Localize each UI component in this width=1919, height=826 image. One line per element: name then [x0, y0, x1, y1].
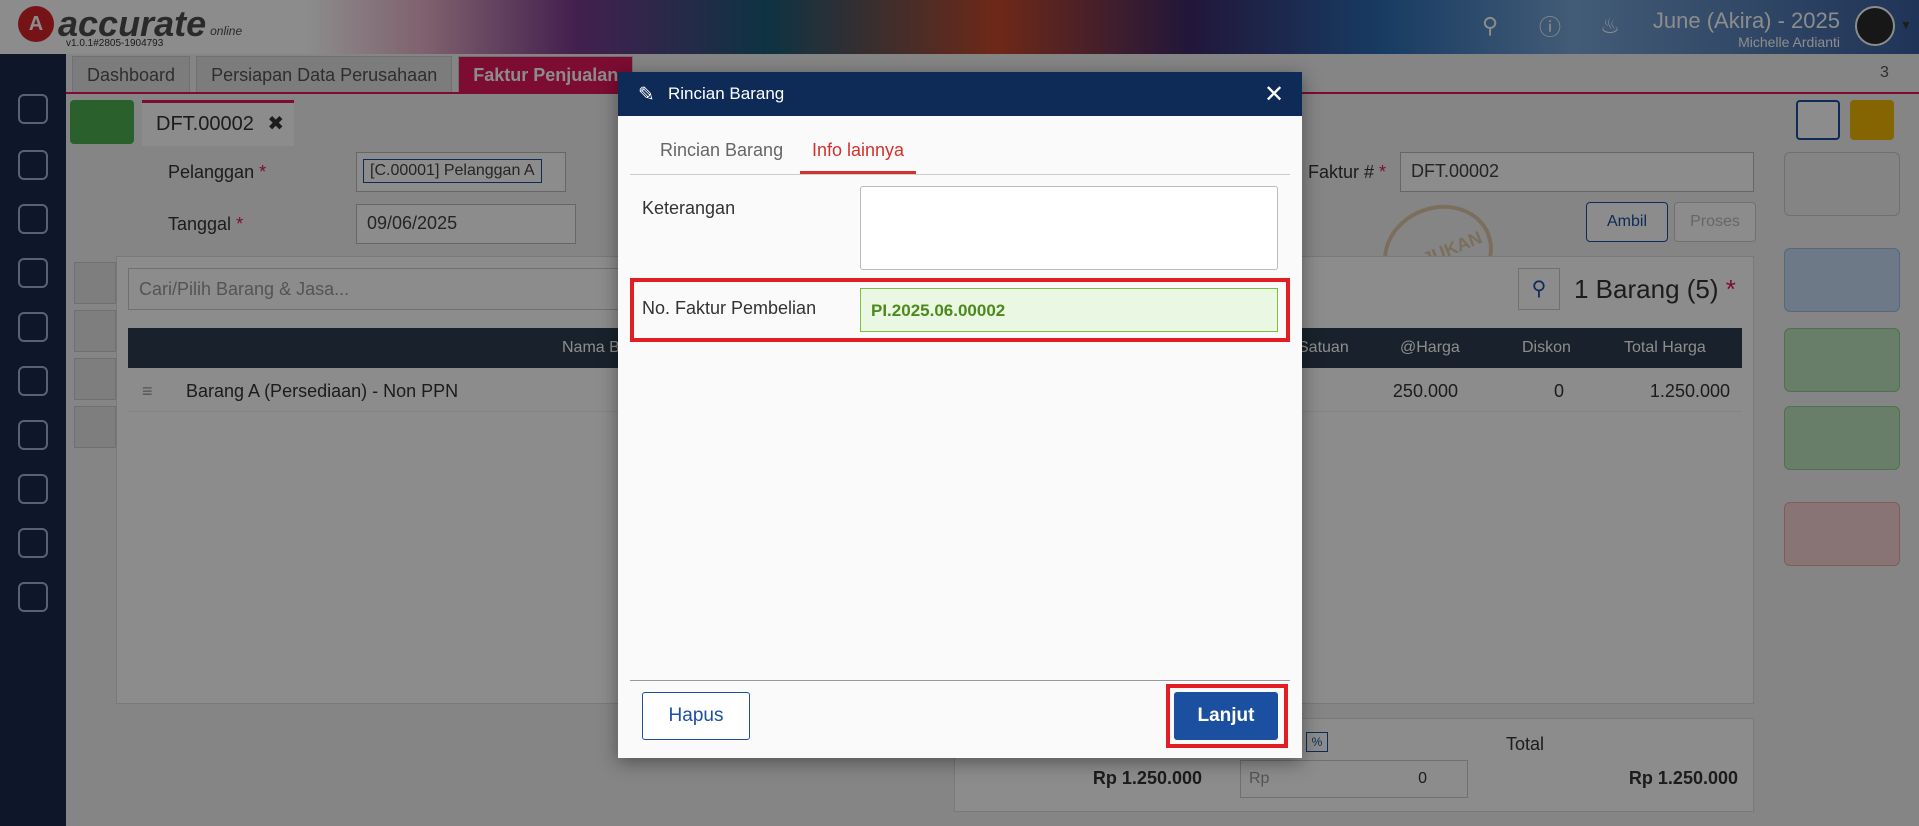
- pencil-icon: ✎: [638, 84, 655, 106]
- tab-info-lainnya[interactable]: Info lainnya: [800, 140, 917, 174]
- tab-rincian-barang[interactable]: Rincian Barang: [648, 140, 795, 174]
- lanjut-button[interactable]: Lanjut: [1174, 692, 1278, 740]
- rincian-barang-modal: ✎ Rincian Barang ✕ Rincian Barang Info l…: [618, 72, 1302, 758]
- hapus-button[interactable]: Hapus: [642, 692, 750, 740]
- modal-title: Rincian Barang: [668, 84, 785, 103]
- keterangan-textarea[interactable]: [860, 186, 1278, 270]
- no-faktur-field[interactable]: PI.2025.06.00002: [860, 288, 1278, 332]
- footer-divider: [630, 680, 1290, 681]
- no-faktur-label: No. Faktur Pembelian: [642, 298, 817, 318]
- app-root: A accurate online v1.0.1#2805-1904793 ⚲ …: [0, 0, 1919, 826]
- tab-divider: [630, 174, 1290, 175]
- keterangan-label: Keterangan: [642, 198, 736, 218]
- close-icon[interactable]: ✕: [1264, 80, 1284, 109]
- modal-header: ✎ Rincian Barang ✕: [618, 72, 1302, 116]
